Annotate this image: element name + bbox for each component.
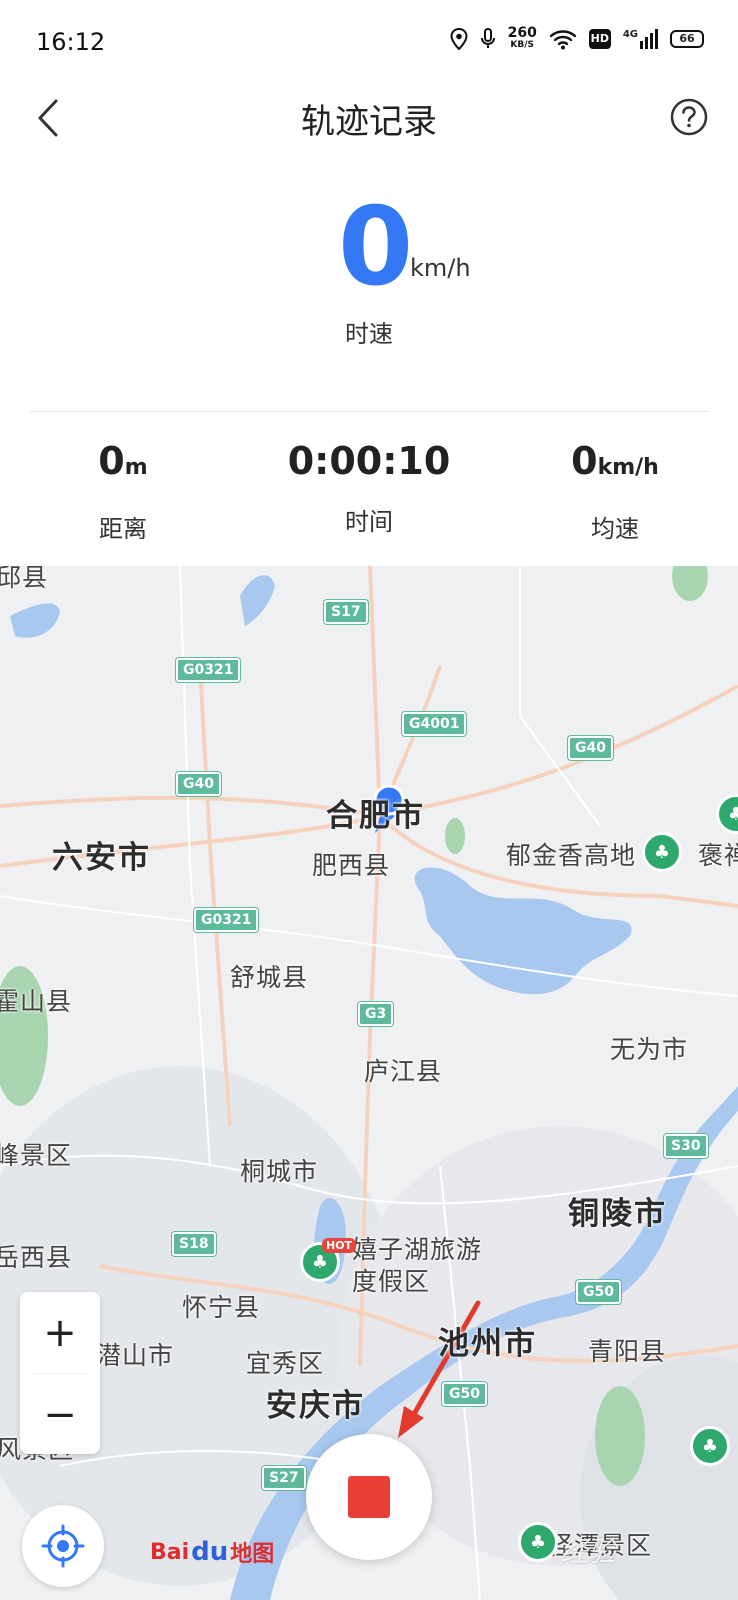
stat-distance: 0m 距离 (0, 436, 246, 544)
city-label: 合肥市 (326, 798, 425, 834)
stat-avg-speed-unit: km/h (597, 455, 659, 480)
city-label: 潜山市 (96, 1341, 175, 1370)
logo-text: Bai (150, 1539, 190, 1565)
help-button[interactable] (666, 94, 712, 140)
city-label: 桐城市 (240, 1157, 319, 1186)
speed-label: 时速 (345, 320, 393, 348)
net-speed: 260 KB/S (508, 26, 537, 51)
road-shield: S27 (262, 1466, 306, 1490)
road-shield: S17 (324, 600, 368, 624)
scenic-spot-icon[interactable]: ♣ (642, 832, 682, 872)
microphone-icon (480, 27, 495, 48)
city-label: 郁金香高地 (506, 841, 637, 870)
stat-avg-speed-label: 均速 (591, 515, 639, 543)
road-shield: G50 (442, 1382, 487, 1406)
location-icon (450, 27, 468, 50)
question-circle-icon (670, 98, 708, 136)
road-shield: G40 (176, 772, 221, 796)
stats-row: 0m 距离 0:00:10 时间 0km/h 均速 (0, 436, 738, 543)
city-label: 舒城县 (230, 963, 309, 992)
status-icons: 260 KB/S HD 4G 66 (450, 26, 704, 51)
cell-signal-icon: 4G (622, 28, 658, 49)
city-label: 邱县 (0, 566, 49, 592)
city-label: 峰景区 (0, 1141, 73, 1170)
stop-recording-button[interactable] (306, 1434, 432, 1560)
stat-distance-value-row: 0m (0, 436, 246, 493)
status-bar: 16:12 260 KB/S HD 4G 66 (0, 0, 738, 88)
city-label: 庐江县 (364, 1057, 443, 1086)
city-label: 青阳县 (588, 1337, 667, 1366)
road-shield: S18 (172, 1232, 216, 1256)
city-label: 怀宁县 (182, 1293, 261, 1322)
stat-avg-speed: 0km/h 均速 (492, 436, 738, 544)
city-label: 嬉子湖旅游度假区 (352, 1235, 483, 1296)
city-label: 铜陵市 (568, 1196, 667, 1232)
status-time: 16:12 (36, 28, 106, 56)
stop-square-icon (348, 1476, 390, 1518)
road-shield: G3 (358, 1002, 394, 1026)
speed-unit: km/h (410, 254, 471, 282)
stat-distance-label: 距离 (99, 515, 147, 543)
zoom-out-button[interactable]: − (20, 1374, 100, 1455)
locate-button[interactable] (22, 1505, 104, 1587)
scenic-spot-icon[interactable]: ♣ (690, 1426, 730, 1466)
stat-time-label: 时间 (345, 508, 393, 536)
net-speed-value: 260 (507, 25, 537, 41)
road-shield: S30 (664, 1134, 708, 1158)
zoom-in-button[interactable]: + (20, 1292, 100, 1373)
city-label: 宜秀区 (246, 1349, 325, 1378)
logo-du: du (191, 1537, 229, 1567)
stat-distance-unit: m (124, 455, 148, 480)
baidu-map-logo: Bai du 地图 (150, 1536, 274, 1568)
hot-badge: HOT (322, 1238, 357, 1253)
watermark: 经验 (560, 1535, 617, 1568)
road-shield: G0321 (176, 658, 241, 682)
page-title: 轨迹记录 (301, 102, 437, 142)
signal-type: 4G (622, 28, 638, 40)
city-label: 六安市 (52, 840, 151, 876)
scenic-spot-icon[interactable]: ♣ (518, 1522, 558, 1562)
battery-level: 66 (679, 32, 695, 45)
crosshair-icon (41, 1524, 85, 1568)
city-label: 褒禅 (698, 841, 738, 870)
stat-avg-speed-value: 0 (571, 439, 598, 483)
speed-value: 0 (338, 185, 414, 310)
road-shield: G50 (576, 1280, 621, 1304)
divider (30, 411, 708, 412)
city-label: 霍山县 (0, 987, 73, 1016)
stat-avg-speed-value-row: 0km/h (492, 436, 738, 493)
city-label: 无为市 (610, 1035, 689, 1064)
city-label: 肥西县 (312, 851, 391, 880)
hd-badge: HD (588, 28, 611, 49)
city-label: 池州市 (438, 1326, 537, 1362)
stat-time: 0:00:10 时间 (246, 436, 492, 537)
road-shield: G0321 (194, 908, 259, 932)
net-speed-unit: KB/S (510, 40, 535, 50)
city-label: 安庆市 (266, 1388, 365, 1424)
city-label: 岳西县 (0, 1243, 73, 1272)
road-shield: G4001 (402, 712, 467, 736)
speed-block: 0 km/h 时速 (0, 190, 738, 350)
wifi-icon (549, 29, 577, 49)
stat-distance-value: 0 (98, 439, 125, 483)
battery-icon: 66 (670, 29, 704, 48)
zoom-control: + − (20, 1292, 100, 1454)
header: 轨迹记录 (0, 88, 738, 148)
logo-map: 地图 (230, 1542, 275, 1567)
stat-time-value: 0:00:10 (287, 439, 451, 483)
stat-time-value-row: 0:00:10 (246, 436, 492, 486)
road-shield: G40 (568, 736, 613, 760)
